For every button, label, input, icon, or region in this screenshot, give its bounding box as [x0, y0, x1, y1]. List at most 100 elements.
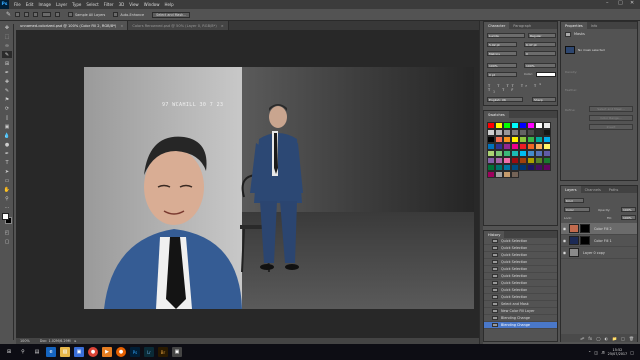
menu-image[interactable]: Image: [38, 2, 51, 7]
color-swatch[interactable]: [519, 150, 527, 157]
firefox-icon[interactable]: ●: [116, 347, 126, 357]
color-swatch[interactable]: [487, 143, 495, 150]
color-swatch[interactable]: [495, 136, 503, 143]
history-item[interactable]: Select and Mask: [484, 301, 557, 308]
color-swatch[interactable]: [487, 157, 495, 164]
zoom-tool-icon[interactable]: ⚲: [2, 195, 12, 202]
layer-style-icon[interactable]: fx: [588, 336, 592, 341]
history-item[interactable]: Quick Selection: [484, 259, 557, 266]
color-swatch[interactable]: [519, 122, 527, 129]
tracking-field[interactable]: 0: [524, 51, 556, 56]
photoshop-taskbar-icon[interactable]: Ps: [130, 347, 140, 357]
start-button-icon[interactable]: ⊞: [4, 347, 14, 357]
gradient-tool-icon[interactable]: ▣: [2, 123, 12, 130]
type-tool-icon[interactable]: T: [2, 159, 12, 166]
screen-mode-icon[interactable]: ▢: [2, 238, 12, 245]
media-player-icon[interactable]: ▶: [102, 347, 112, 357]
layer-filter-kind[interactable]: Kind: [564, 198, 584, 203]
color-swatch[interactable]: [511, 122, 519, 129]
color-swatch[interactable]: [495, 171, 503, 178]
maximize-button[interactable]: □: [618, 0, 623, 6]
layer-mask-thumbnail[interactable]: [580, 224, 590, 233]
layer-thumbnail[interactable]: [569, 236, 579, 245]
color-swatch[interactable]: [503, 143, 511, 150]
select-and-mask-button[interactable]: Select and Mask...: [152, 11, 191, 18]
clock[interactable]: 15:52 25/07/2017: [608, 348, 628, 357]
color-swatch[interactable]: [487, 171, 495, 178]
color-swatch[interactable]: [519, 136, 527, 143]
history-item[interactable]: Blending Change: [484, 322, 557, 329]
color-swatch[interactable]: [495, 122, 503, 129]
history-item[interactable]: Blending Change: [484, 315, 557, 322]
color-swatch[interactable]: [543, 129, 551, 136]
color-swatch[interactable]: [527, 143, 535, 150]
color-swatch[interactable]: [511, 136, 519, 143]
color-swatch[interactable]: [487, 136, 495, 143]
rectangle-tool-icon[interactable]: ▭: [2, 177, 12, 184]
color-swatch[interactable]: [511, 157, 519, 164]
color-swatch[interactable]: [511, 143, 519, 150]
color-swatch[interactable]: [535, 129, 543, 136]
tray-chevron-icon[interactable]: ⌃: [588, 350, 591, 355]
color-swatch[interactable]: [543, 143, 551, 150]
color-swatch[interactable]: [495, 157, 503, 164]
foreground-color-swatch[interactable]: [2, 213, 9, 220]
baseline-shift-field[interactable]: 0 pt: [487, 72, 517, 77]
vertical-scale-field[interactable]: 100%: [487, 63, 517, 68]
color-swatch[interactable]: [519, 143, 527, 150]
history-brush-tool-icon[interactable]: ⟳: [2, 105, 12, 112]
color-swatch[interactable]: [503, 164, 511, 171]
edge-browser-icon[interactable]: e: [46, 347, 56, 357]
text-color-swatch[interactable]: [536, 72, 556, 77]
layer-row[interactable]: ◉ Color Fill 2: [561, 223, 637, 235]
app-icon[interactable]: ▣: [172, 347, 182, 357]
auto-enhance-checkbox[interactable]: [113, 12, 119, 17]
marquee-tool-icon[interactable]: ⬚: [2, 33, 12, 40]
color-swatch[interactable]: [535, 164, 543, 171]
anti-aliasing-field[interactable]: Sharp: [532, 97, 556, 102]
layer-thumbnail[interactable]: [569, 248, 579, 257]
color-swatch[interactable]: [511, 129, 519, 136]
font-family-field[interactable]: Lucida: [487, 33, 525, 38]
menu-file[interactable]: File: [14, 2, 21, 7]
color-swatch[interactable]: [535, 136, 543, 143]
visibility-eye-icon[interactable]: ◉: [561, 238, 568, 243]
menu-3d[interactable]: 3D: [119, 2, 125, 7]
tab-paths[interactable]: Paths: [605, 186, 623, 193]
font-style-field[interactable]: Regular: [528, 33, 556, 38]
notifications-icon[interactable]: □: [630, 350, 634, 355]
store-icon[interactable]: ▣: [74, 347, 84, 357]
color-swatch[interactable]: [527, 136, 535, 143]
color-swatch[interactable]: [543, 136, 551, 143]
document-image[interactable]: 97 WCAHILL 30 7 23: [84, 67, 474, 309]
search-icon[interactable]: ⚲: [18, 347, 28, 357]
kerning-field[interactable]: Metrics: [487, 51, 517, 56]
brush-angle-icon[interactable]: [55, 12, 61, 17]
select-and-mask-properties-button[interactable]: Select and Mask...: [589, 106, 633, 112]
color-swatch[interactable]: [535, 150, 543, 157]
new-selection-icon[interactable]: [15, 12, 21, 17]
brush-size-picker[interactable]: [42, 12, 52, 17]
network-icon[interactable]: ◫: [594, 350, 598, 355]
healing-brush-tool-icon[interactable]: ✚: [2, 78, 12, 85]
color-swatch[interactable]: [487, 122, 495, 129]
bridge-taskbar-icon[interactable]: Br: [158, 347, 168, 357]
task-view-icon[interactable]: ▤: [32, 347, 42, 357]
tab-channels[interactable]: Channels: [581, 186, 605, 193]
quick-mask-icon[interactable]: ◰: [2, 229, 12, 236]
close-window-button[interactable]: ✕: [630, 0, 634, 6]
color-swatch[interactable]: [503, 122, 511, 129]
color-swatch[interactable]: [495, 164, 503, 171]
color-swatch[interactable]: [511, 164, 519, 171]
layer-thumbnail[interactable]: [569, 224, 579, 233]
color-swatch[interactable]: [503, 136, 511, 143]
file-explorer-icon[interactable]: ▧: [60, 347, 70, 357]
adjustment-layer-icon[interactable]: ◐: [605, 336, 609, 341]
more-tools-icon[interactable]: ⋯: [2, 204, 12, 211]
delete-layer-icon[interactable]: 🗑: [629, 336, 634, 341]
close-tab-icon[interactable]: ×: [120, 24, 123, 28]
minimize-button[interactable]: –: [606, 0, 609, 6]
history-item[interactable]: Quick Selection: [484, 245, 557, 252]
tab-paragraph[interactable]: Paragraph: [509, 22, 535, 29]
color-swatch[interactable]: [543, 164, 551, 171]
